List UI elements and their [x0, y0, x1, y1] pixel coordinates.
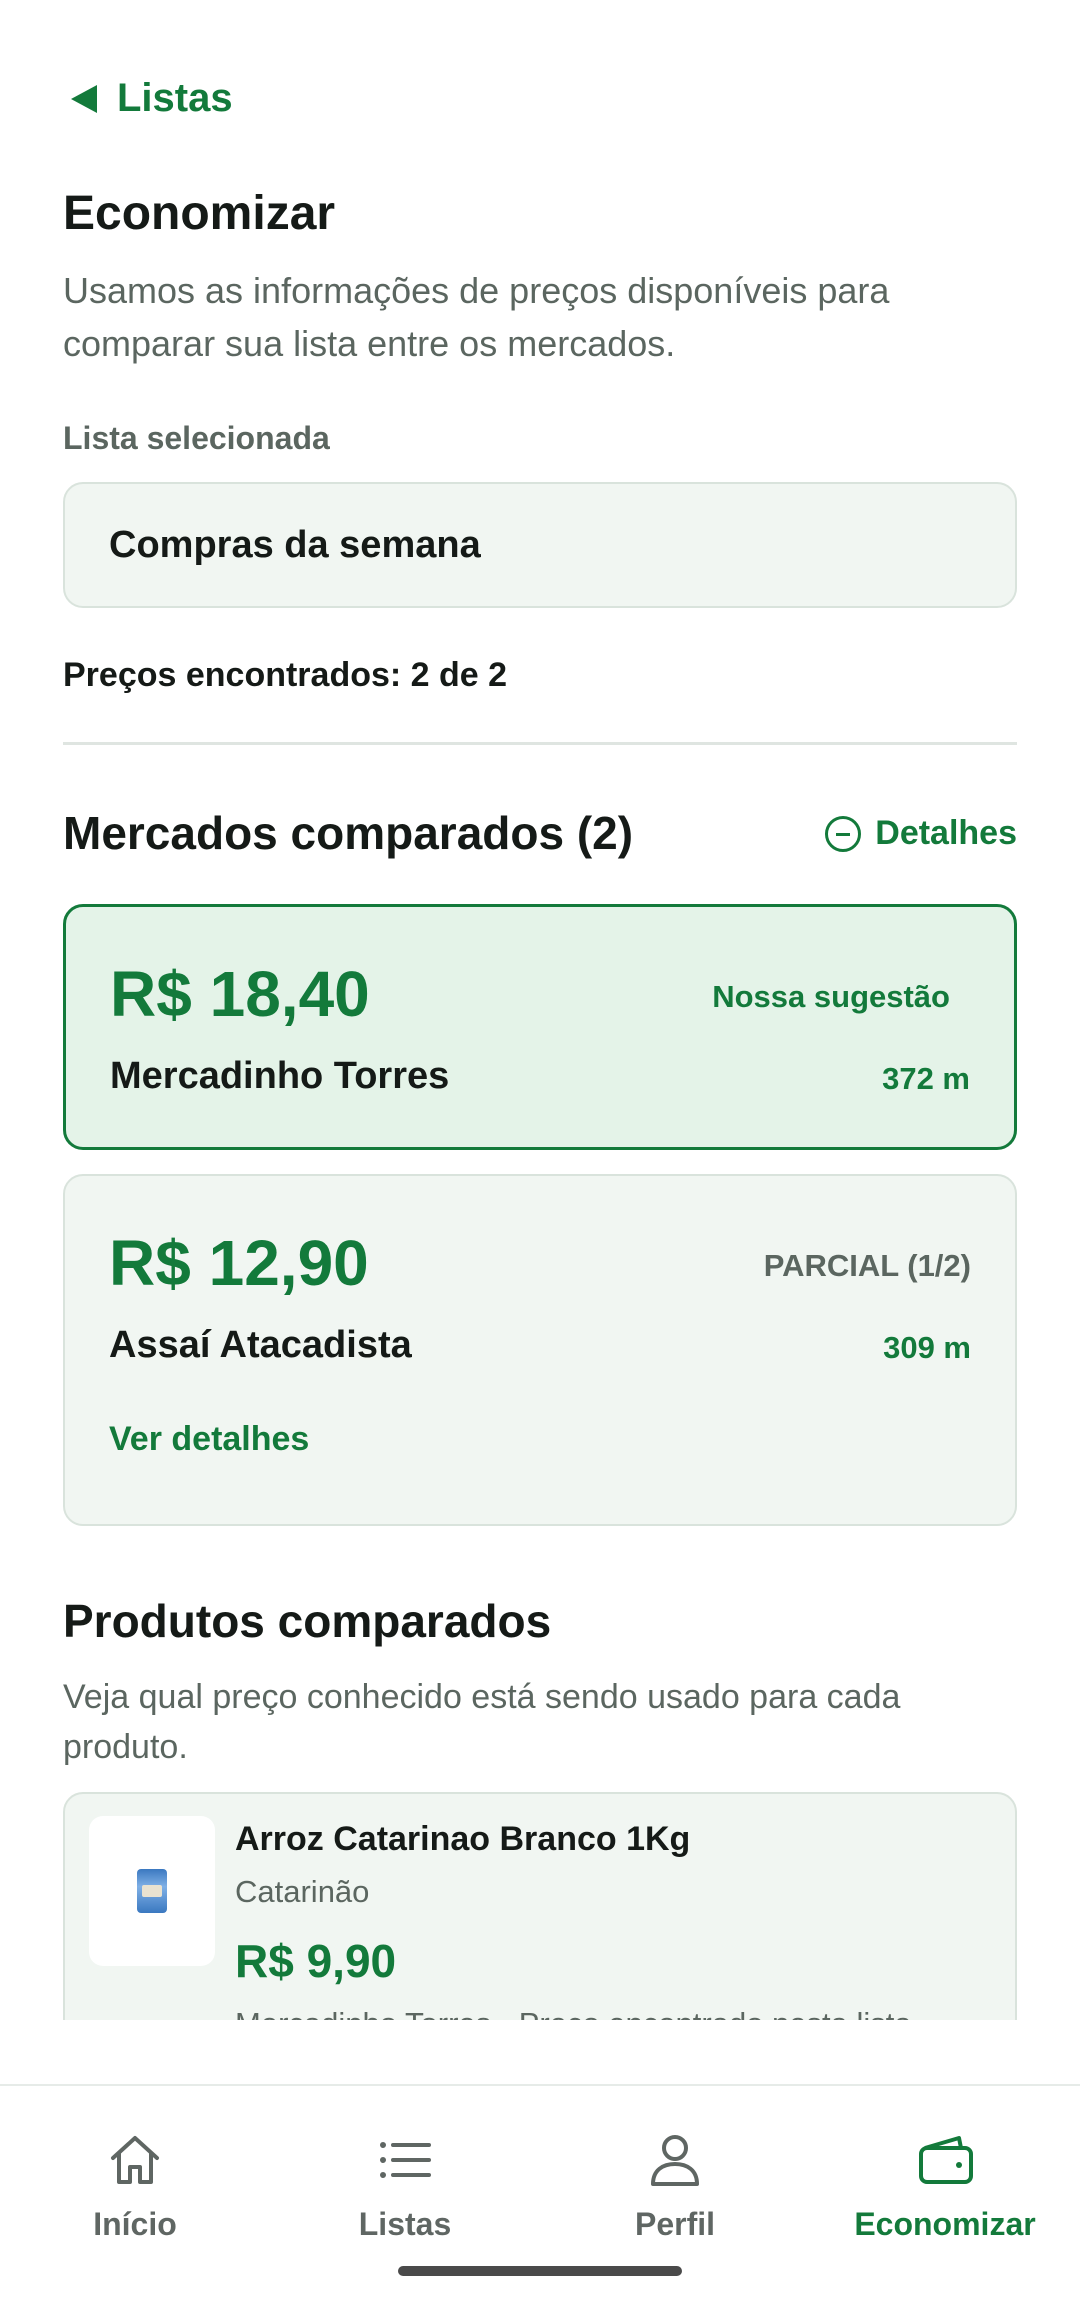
market-distance: 372 m [882, 1061, 970, 1096]
page-description: Usamos as informações de preços disponív… [63, 270, 890, 364]
product-price-source: Mercadinho Torres - Preço encontrado nes… [235, 2006, 931, 2020]
page-title: Economizar [63, 187, 336, 240]
market-name: Mercadinho Torres [110, 1055, 450, 1097]
see-details-link[interactable]: Ver detalhes [109, 1420, 309, 1459]
list-icon [380, 2142, 431, 2178]
details-label: Detalhes [875, 814, 1017, 852]
partial-badge: PARCIAL (1/2) [763, 1248, 971, 1283]
product-image [89, 1816, 215, 1966]
products-section-description: Veja qual preço conhecido está sendo usa… [63, 1678, 901, 1766]
nav-item-listas[interactable]: Listas [270, 2128, 540, 2243]
product-name: Arroz Catarinao Branco 1Kg [235, 1820, 691, 1858]
person-icon [651, 2135, 699, 2186]
products-section-title: Produtos comparados [63, 1595, 552, 1647]
prices-found-text: Preços encontrados: 2 de 2 [63, 656, 508, 694]
market-card-partial[interactable]: R$ 12,90 PARCIAL (1/2) Assaí Atacadista … [63, 1174, 1017, 1526]
back-arrow-icon [71, 84, 97, 113]
nav-item-economizar[interactable]: Economizar [810, 2128, 1080, 2243]
market-card-suggested[interactable]: R$ 18,40 Nossa sugestão Mercadinho Torre… [63, 904, 1017, 1150]
home-indicator[interactable] [398, 2266, 682, 2276]
rice-package-icon [137, 1869, 167, 1913]
market-distance: 309 m [883, 1330, 971, 1365]
nav-label: Listas [358, 2206, 452, 2242]
market-name: Assaí Atacadista [109, 1324, 412, 1366]
minus-circle-icon [825, 815, 862, 852]
back-button[interactable]: Listas [63, 76, 233, 121]
main-content: Listas Economizar Usamos as informações … [63, 0, 1017, 2020]
home-icon [111, 2136, 159, 2184]
list-select-value: Compras da semana [109, 523, 481, 566]
product-brand: Catarinão [235, 1874, 370, 1909]
nav-item-inicio[interactable]: Início [0, 2128, 270, 2243]
product-price: R$ 9,90 [235, 1935, 397, 1987]
market-price: R$ 12,90 [109, 1227, 369, 1299]
details-toggle[interactable]: Detalhes [825, 814, 1017, 853]
wallet-icon [919, 2136, 973, 2184]
nav-label: Início [93, 2206, 177, 2242]
market-price: R$ 18,40 [110, 958, 370, 1030]
nav-label: Economizar [854, 2206, 1036, 2242]
markets-section-title: Mercados comparados (2) [63, 807, 634, 859]
nav-item-perfil[interactable]: Perfil [540, 2128, 810, 2243]
product-card[interactable]: Arroz Catarinao Branco 1Kg Catarinão R$ … [63, 1792, 1017, 2020]
nav-label: Perfil [634, 2206, 716, 2242]
divider [63, 742, 1017, 745]
suggestion-badge: Nossa sugestão [712, 979, 950, 1014]
list-select[interactable]: Compras da semana [63, 482, 1017, 608]
back-label: Listas [117, 76, 233, 120]
list-select-label: Lista selecionada [63, 420, 330, 456]
